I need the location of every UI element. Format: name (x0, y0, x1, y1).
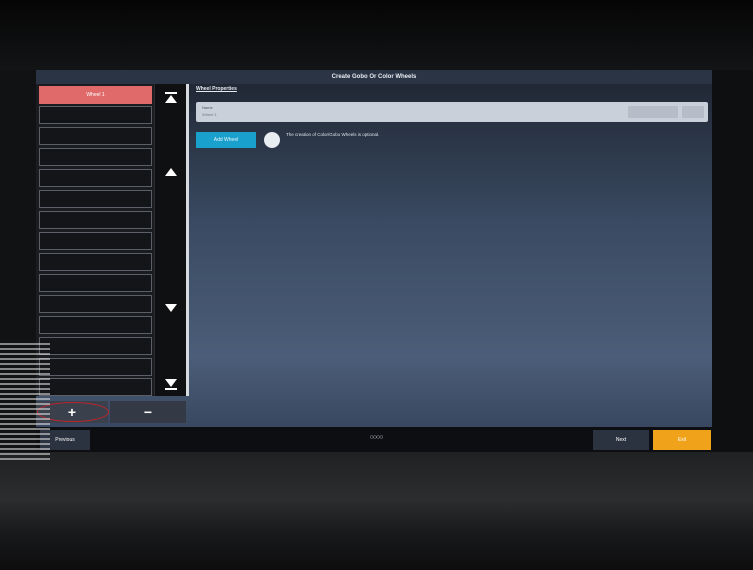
wheel-list-item[interactable] (39, 190, 152, 208)
list-action-bar: + − (36, 401, 186, 423)
wheel-name-value: Wheel 1 (202, 112, 217, 117)
wheel-list-item[interactable] (39, 127, 152, 145)
wheel-name-field[interactable] (628, 106, 678, 118)
wheel-list-item[interactable] (39, 148, 152, 166)
wheel-list-item[interactable] (39, 337, 152, 355)
wheel-list-item[interactable] (39, 274, 152, 292)
next-button[interactable]: Next (593, 430, 649, 450)
remove-label: − (143, 404, 153, 420)
wheel-list: Wheel 1 (36, 84, 154, 396)
touch-screen: Create Gobo Or Color Wheels Wheel 1 + − … (36, 70, 712, 452)
wheel-list-item[interactable] (39, 253, 152, 271)
wheel-list-item[interactable] (39, 358, 152, 376)
wheel-name-row: Name Wheel 1 (196, 102, 708, 122)
light-glare (0, 340, 50, 460)
scroll-up-icon[interactable] (158, 160, 184, 184)
wheel-list-item[interactable] (39, 169, 152, 187)
monitor-bezel-top (0, 0, 753, 70)
add-wheel-button[interactable]: Add Wheel (196, 132, 256, 148)
remove-wheel-item-button[interactable]: − (110, 401, 186, 423)
wheel-name-field-secondary[interactable] (682, 106, 704, 118)
window-title: Create Gobo Or Color Wheels (36, 70, 712, 84)
scroll-to-bottom-icon[interactable] (158, 372, 184, 396)
list-scrollbar (154, 84, 187, 396)
wheel-name-label: Name (202, 105, 213, 110)
wheel-list-item[interactable] (39, 211, 152, 229)
wheel-list-item[interactable] (39, 295, 152, 313)
page-indicator: ○○○○ (369, 434, 384, 441)
wheel-properties-header: Wheel Properties (196, 86, 237, 92)
optional-toggle[interactable] (264, 132, 280, 148)
wheel-list-item[interactable] (39, 378, 152, 396)
list-divider (186, 84, 189, 396)
optional-hint-text: The creation of Color/Gobo Wheels is opt… (286, 132, 380, 137)
bottom-nav: Previous ○○○○ Next Exit (36, 427, 712, 452)
monitor-bezel-bottom (0, 452, 753, 570)
scroll-down-icon[interactable] (158, 296, 184, 320)
scroll-to-top-icon[interactable] (158, 86, 184, 110)
wheel-list-item[interactable]: Wheel 1 (39, 86, 152, 104)
wheel-list-item[interactable] (39, 232, 152, 250)
exit-button[interactable]: Exit (653, 430, 711, 450)
wheel-list-item[interactable] (39, 106, 152, 124)
monitor-bezel-right (712, 70, 753, 452)
wheel-list-item[interactable] (39, 316, 152, 334)
